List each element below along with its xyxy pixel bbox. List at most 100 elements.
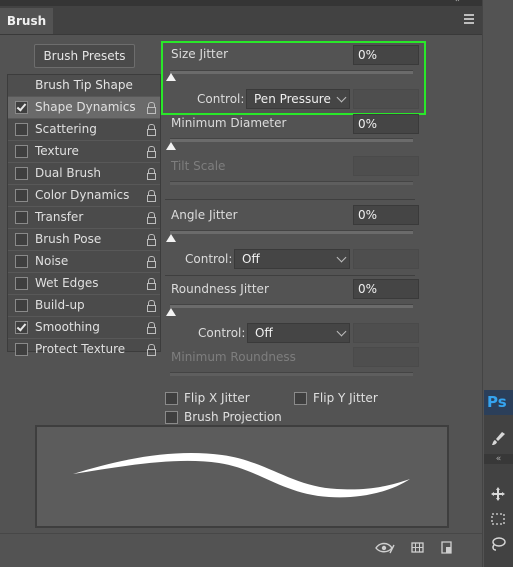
size-jitter-label: Size Jitter: [171, 47, 229, 61]
brush-list-item[interactable]: Scattering: [8, 118, 160, 140]
brush-tip-shape-item[interactable]: Brush Tip Shape: [8, 75, 160, 96]
lock-icon[interactable]: [147, 190, 156, 202]
lock-icon[interactable]: [147, 212, 156, 224]
brush-list-item[interactable]: Wet Edges: [8, 272, 160, 294]
brush-list-item-label: Shape Dynamics: [35, 100, 136, 114]
checkbox-icon[interactable]: [15, 211, 28, 224]
move-tool-icon[interactable]: [490, 486, 506, 502]
brush-list-item-label: Scattering: [35, 122, 97, 136]
min-diameter-thumb[interactable]: [166, 142, 176, 150]
tab-brush[interactable]: Brush: [0, 8, 53, 34]
angle-jitter-field[interactable]: 0%: [353, 205, 419, 225]
brush-list-item-label: Texture: [35, 144, 79, 158]
brush-list-item[interactable]: Smoothing: [8, 316, 160, 338]
checkbox-icon[interactable]: [15, 167, 28, 180]
size-jitter-control-select[interactable]: Pen Pressure: [246, 89, 350, 109]
roundness-jitter-control-value: Off: [255, 326, 273, 340]
checkbox-icon[interactable]: [15, 101, 28, 114]
chevron-down-icon: [336, 92, 347, 103]
brush-list-item[interactable]: Transfer: [8, 206, 160, 228]
checkbox-icon[interactable]: [15, 255, 28, 268]
new-page-icon[interactable]: [440, 541, 453, 554]
angle-jitter-control-field: [353, 249, 419, 269]
brush-list-item-label: Dual Brush: [35, 166, 101, 180]
roundness-jitter-thumb[interactable]: [166, 308, 176, 316]
checkbox-icon[interactable]: [15, 123, 28, 136]
brush-list-item-label: Protect Texture: [35, 342, 126, 356]
brush-list-item-label: Smoothing: [35, 320, 100, 334]
min-diameter-field[interactable]: 0%: [353, 114, 419, 134]
angle-jitter-thumb[interactable]: [166, 234, 176, 242]
min-roundness-label: Minimum Roundness: [171, 350, 296, 364]
angle-jitter-control-select[interactable]: Off: [234, 249, 350, 269]
size-jitter-thumb[interactable]: [166, 73, 176, 81]
flip-x-jitter-label: Flip X Jitter: [184, 391, 250, 405]
panel-menu-icon[interactable]: [464, 14, 474, 26]
checkbox-icon: [165, 411, 178, 424]
brush-list-item-label: Color Dynamics: [35, 188, 130, 202]
lock-icon[interactable]: [147, 322, 156, 334]
brush-settings-list: Brush Tip Shape Shape Dynamics Scattering…: [7, 74, 161, 356]
brush-list-item-label: Transfer: [35, 210, 84, 224]
panel-bottom-bar: [0, 533, 482, 562]
brush-presets-button[interactable]: Brush Presets: [34, 44, 135, 68]
size-jitter-control-label: Control:: [197, 92, 245, 106]
flip-y-jitter-label: Flip Y Jitter: [313, 391, 378, 405]
lock-icon[interactable]: [147, 146, 156, 158]
brush-tool-icon[interactable]: [490, 430, 506, 446]
size-jitter-slider[interactable]: [170, 70, 413, 74]
roundness-jitter-control-label: Control:: [198, 326, 246, 340]
roundness-jitter-label: Roundness Jitter: [171, 282, 269, 296]
brush-list-item[interactable]: Brush Pose: [8, 228, 160, 250]
size-jitter-field[interactable]: 0%: [353, 45, 419, 65]
checkbox-icon: [165, 392, 178, 405]
tab-bar: Brush: [0, 6, 482, 35]
expand-icon[interactable]: «: [484, 454, 513, 464]
checkbox-icon[interactable]: [15, 189, 28, 202]
grid-icon[interactable]: [411, 541, 424, 554]
checkbox-icon[interactable]: [15, 277, 28, 290]
checkbox-icon[interactable]: [15, 343, 28, 356]
size-jitter-control-field: [353, 89, 419, 109]
roundness-jitter-slider[interactable]: [170, 304, 413, 308]
brush-list-item[interactable]: Protect Texture: [8, 338, 160, 360]
lock-icon[interactable]: [147, 234, 156, 246]
roundness-jitter-control-field: [353, 323, 419, 343]
brush-list-item[interactable]: Dual Brush: [8, 162, 160, 184]
brush-list-item[interactable]: Shape Dynamics: [8, 96, 160, 118]
lock-icon[interactable]: [147, 300, 156, 312]
brush-list-item[interactable]: Noise: [8, 250, 160, 272]
lock-icon[interactable]: [147, 124, 156, 136]
lock-icon[interactable]: [147, 256, 156, 268]
checkbox-icon[interactable]: [15, 233, 28, 246]
eye-icon[interactable]: [375, 541, 395, 555]
lock-icon[interactable]: [147, 102, 156, 114]
lock-icon[interactable]: [147, 278, 156, 290]
roundness-jitter-field[interactable]: 0%: [353, 279, 419, 299]
lock-icon[interactable]: [147, 168, 156, 180]
brush-projection-label: Brush Projection: [184, 410, 282, 424]
brush-list-item-label: Brush Pose: [35, 232, 102, 246]
angle-jitter-control-value: Off: [242, 252, 260, 266]
collapse-icon[interactable]: «: [454, 0, 460, 5]
marquee-tool-icon[interactable]: [490, 511, 506, 527]
min-diameter-slider[interactable]: [170, 138, 413, 142]
tilt-scale-field: [353, 156, 419, 176]
checkbox-icon: [294, 392, 307, 405]
min-roundness-field: [353, 347, 419, 367]
chevron-down-icon: [336, 326, 347, 337]
angle-jitter-slider[interactable]: [170, 230, 413, 234]
brush-list-item[interactable]: Texture: [8, 140, 160, 162]
divider: [165, 199, 415, 200]
checkbox-icon[interactable]: [15, 321, 28, 334]
checkbox-icon[interactable]: [15, 299, 28, 312]
brush-stroke-preview: [35, 425, 449, 528]
lasso-tool-icon[interactable]: [490, 536, 506, 552]
chevron-down-icon: [336, 252, 347, 263]
checkbox-icon[interactable]: [15, 145, 28, 158]
brush-list-item[interactable]: Build-up: [8, 294, 160, 316]
min-diameter-label: Minimum Diameter: [171, 116, 287, 130]
roundness-jitter-control-select[interactable]: Off: [247, 323, 350, 343]
lock-icon[interactable]: [147, 344, 156, 356]
brush-list-item[interactable]: Color Dynamics: [8, 184, 160, 206]
